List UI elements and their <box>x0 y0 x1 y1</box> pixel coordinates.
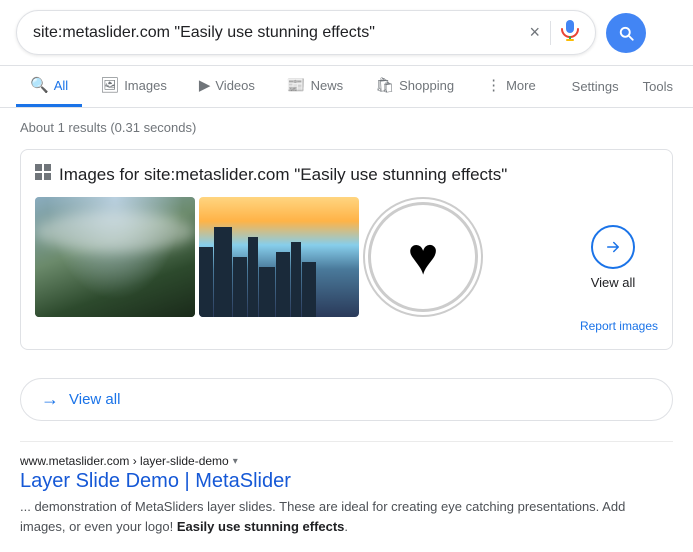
result-url: www.metaslider.com › layer-slide-demo ▾ <box>20 454 673 468</box>
building <box>214 227 232 317</box>
tools-link[interactable]: Tools <box>639 69 677 104</box>
building <box>302 262 316 317</box>
view-all-row[interactable]: → View all <box>20 378 673 421</box>
web-result: www.metaslider.com › layer-slide-demo ▾ … <box>0 454 693 552</box>
images-icon: 🖼 <box>100 76 119 94</box>
image-results-header: Images for site:metaslider.com "Easily u… <box>35 164 658 185</box>
search-box: site:metaslider.com "Easily use stunning… <box>16 10 596 55</box>
building <box>248 237 258 317</box>
tab-images[interactable]: 🖼 Images <box>86 66 181 107</box>
settings-link[interactable]: Settings <box>568 69 623 104</box>
thumbnail-heart[interactable]: ♥ <box>363 197 483 317</box>
thumbnail-city[interactable] <box>199 197 359 317</box>
news-icon: 📰 <box>287 76 306 94</box>
thumbnail-container: ♥ <box>35 197 564 317</box>
separator <box>20 441 673 442</box>
view-all-label: View all <box>591 275 636 290</box>
tab-all-label: All <box>54 78 68 93</box>
mic-icon[interactable] <box>561 19 579 46</box>
building <box>259 267 275 317</box>
tab-more-label: More <box>506 78 536 93</box>
search-bar-area: site:metaslider.com "Easily use stunning… <box>0 0 693 66</box>
tab-news-label: News <box>311 78 344 93</box>
divider <box>550 21 551 45</box>
tab-videos-label: Videos <box>215 78 255 93</box>
result-title-link[interactable]: Layer Slide Demo | MetaSlider <box>20 470 673 493</box>
tab-shopping-label: Shopping <box>399 78 454 93</box>
image-grid-icon <box>35 164 51 185</box>
thumbnail-mountain[interactable] <box>35 197 195 317</box>
tab-more[interactable]: ⋮ More <box>472 66 550 107</box>
tab-images-label: Images <box>124 78 167 93</box>
nav-tabs: 🔍 All 🖼 Images ▶ Videos 📰 News 🛍 Shoppin… <box>0 66 693 108</box>
shopping-icon: 🛍 <box>375 76 394 94</box>
building <box>233 257 247 317</box>
view-all-arrow-button[interactable] <box>591 225 635 269</box>
view-all-row-text: View all <box>69 391 120 408</box>
results-area: About 1 results (0.31 seconds) Images fo… <box>0 108 693 378</box>
building <box>291 242 301 317</box>
heart-symbol: ♥ <box>408 231 439 283</box>
report-images-container: Report images <box>35 317 658 335</box>
result-url-text: www.metaslider.com › layer-slide-demo <box>20 454 229 468</box>
snippet-bold: Easily use stunning effects <box>177 519 345 534</box>
result-snippet: ... demonstration of MetaSliders layer s… <box>20 497 673 536</box>
tab-all[interactable]: 🔍 All <box>16 66 82 107</box>
building <box>276 252 290 317</box>
view-all-arrow-section: View all <box>568 197 658 317</box>
results-count: About 1 results (0.31 seconds) <box>20 120 673 135</box>
search-button[interactable] <box>606 13 646 53</box>
result-url-dropdown-icon[interactable]: ▾ <box>233 456 238 467</box>
tab-shopping[interactable]: 🛍 Shopping <box>361 66 468 107</box>
nav-settings: Settings Tools <box>568 69 677 104</box>
close-icon[interactable]: × <box>529 22 540 43</box>
tab-news[interactable]: 📰 News <box>273 66 357 107</box>
more-icon: ⋮ <box>486 76 501 94</box>
report-images-link[interactable]: Report images <box>580 319 658 333</box>
image-results-title: Images for site:metaslider.com "Easily u… <box>59 165 507 185</box>
image-results-section: Images for site:metaslider.com "Easily u… <box>20 149 673 350</box>
search-query-text: site:metaslider.com "Easily use stunning… <box>33 24 529 42</box>
search-icons: × <box>529 19 579 46</box>
tab-videos[interactable]: ▶ Videos <box>185 66 269 107</box>
all-icon: 🔍 <box>30 76 49 94</box>
fog-overlay <box>35 212 195 252</box>
image-thumbnails-row: ♥ View all <box>35 197 658 317</box>
snippet-after: . <box>344 519 348 534</box>
view-all-row-arrow-icon: → <box>41 389 59 410</box>
videos-icon: ▶ <box>199 76 211 94</box>
city-buildings <box>199 227 359 317</box>
heart-circle: ♥ <box>368 202 478 312</box>
building <box>199 247 213 317</box>
